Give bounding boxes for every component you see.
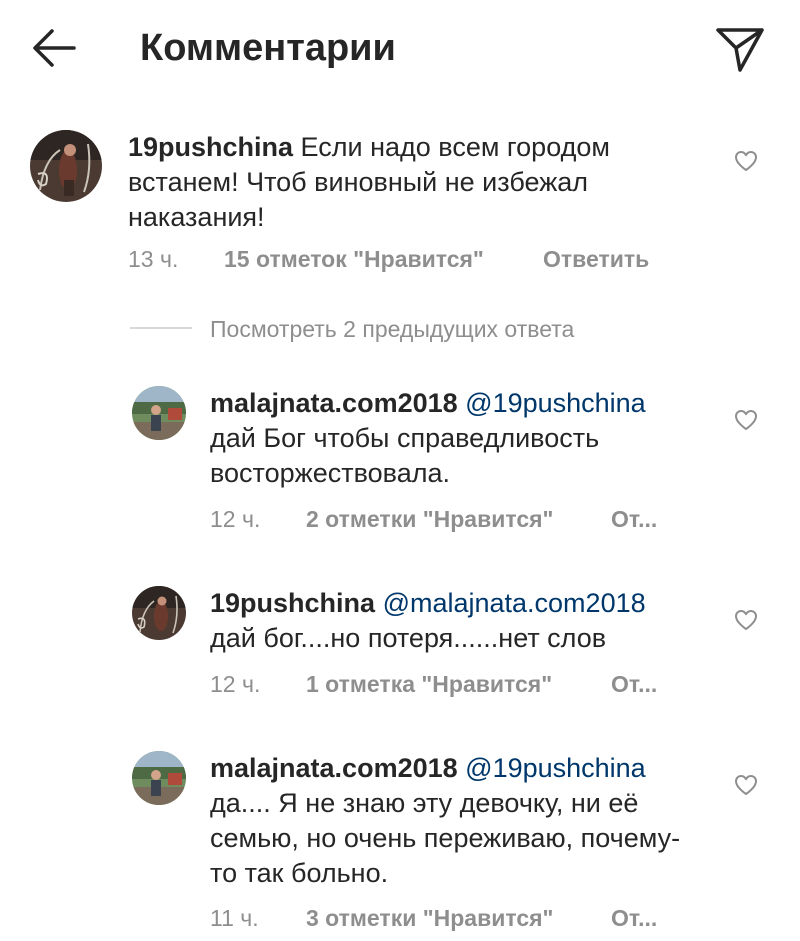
reply-mention[interactable]: @19pushchina — [465, 753, 646, 783]
comment-text: 19pushchina Если надо всем городом встан… — [128, 130, 688, 235]
likes-count[interactable]: 2 отметки "Нравится" — [306, 506, 553, 533]
back-button[interactable] — [28, 22, 80, 74]
reply-button[interactable]: От... — [611, 671, 657, 698]
arrow-left-icon — [33, 29, 76, 67]
reply-button[interactable]: От... — [611, 905, 657, 932]
likes-count[interactable]: 3 отметки "Нравится" — [306, 905, 553, 932]
heart-icon[interactable] — [734, 409, 758, 431]
reply-username[interactable]: malajnata.com2018 — [210, 753, 458, 783]
reply-meta: 12 ч. 1 отметка "Нравится" От... — [0, 671, 800, 701]
reply-username[interactable]: 19pushchina — [210, 588, 375, 618]
view-replies-label: Посмотреть 2 предыдущих ответа — [210, 316, 575, 342]
reply-meta: 12 ч. 2 отметки "Нравится" От... — [0, 506, 800, 536]
reply-time: 12 ч. — [210, 506, 261, 532]
reply-mention[interactable]: @19pushchina — [465, 388, 646, 418]
heart-icon[interactable] — [734, 150, 758, 172]
share-button[interactable] — [712, 20, 768, 76]
reply-text: malajnata.com2018 @19pushchina дай Бог ч… — [210, 386, 690, 491]
reply-body: дай Бог чтобы справедливость восторжеств… — [210, 423, 600, 488]
reply-text: 19pushchina @malajnata.com2018 дай бог..… — [210, 586, 690, 656]
heart-icon[interactable] — [734, 609, 758, 631]
avatar[interactable] — [132, 751, 186, 805]
reply-button[interactable]: Ответить — [543, 246, 649, 273]
view-previous-replies-button[interactable]: Посмотреть 2 предыдущих ответа — [130, 316, 690, 346]
heart-icon[interactable] — [734, 774, 758, 796]
reply-mention[interactable]: @malajnata.com2018 — [383, 588, 646, 618]
avatar[interactable] — [30, 130, 102, 202]
likes-count[interactable]: 15 отметок "Нравится" — [224, 246, 484, 273]
likes-count[interactable]: 1 отметка "Нравится" — [306, 671, 552, 698]
reply-username[interactable]: malajnata.com2018 — [210, 388, 458, 418]
page-title: Комментарии — [140, 27, 396, 69]
reply-body: дай бог....но потеря......нет слов — [210, 623, 607, 653]
header-bar: Комментарии — [0, 0, 800, 100]
divider-line — [130, 327, 192, 329]
comment-time: 13 ч. — [128, 246, 179, 272]
reply-time: 12 ч. — [210, 671, 261, 697]
reply-time: 11 ч. — [210, 905, 259, 931]
paper-plane-icon — [716, 28, 764, 72]
reply-body: да.... Я не знаю эту девочку, ни её семь… — [210, 788, 681, 888]
comment-username[interactable]: 19pushchina — [128, 132, 293, 162]
avatar[interactable] — [132, 386, 186, 440]
reply-text: malajnata.com2018 @19pushchina да.... Я … — [210, 751, 690, 891]
reply-button[interactable]: От... — [611, 506, 657, 533]
avatar[interactable] — [132, 586, 186, 640]
reply-meta: 11 ч. 3 отметки "Нравится" От... — [0, 905, 800, 935]
comment-meta: 13 ч. 15 отметок "Нравится" Ответить — [0, 246, 800, 276]
